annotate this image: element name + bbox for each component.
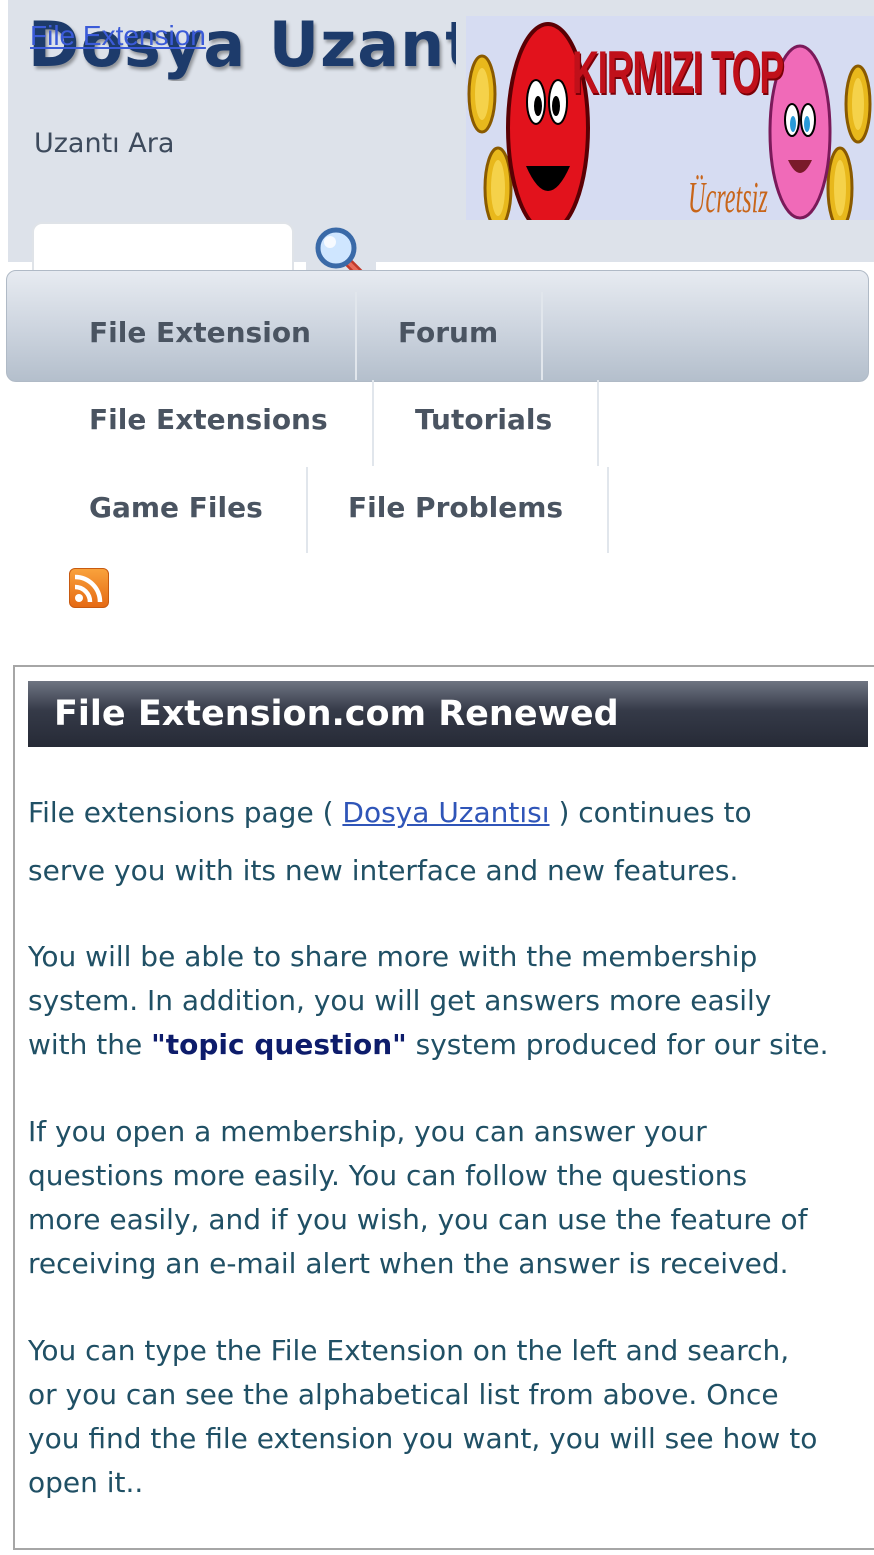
coin-icon	[483, 146, 513, 220]
paragraph-text: or you can see the alphabetical list fro…	[28, 1378, 779, 1411]
paragraph-text: open it..	[28, 1466, 144, 1499]
paragraph-text: with the	[28, 1028, 152, 1061]
rss-feed-icon[interactable]	[69, 568, 109, 608]
paragraph-text: serve you with its new interface and new…	[28, 854, 739, 887]
nav-file-extensions[interactable]: File Extensions	[89, 403, 328, 436]
nav-divider	[372, 380, 374, 466]
nav-divider	[541, 292, 543, 380]
paragraph-text: You will be able to share more with the …	[28, 940, 758, 973]
article-paragraph: You will be able to share more with the …	[28, 935, 874, 1067]
paragraph-text: ) continues to	[549, 796, 752, 829]
nav-file-extension[interactable]: File Extension	[89, 316, 311, 349]
banner-ad[interactable]: KIRMIZI TOP Ücretsiz	[466, 16, 874, 220]
search-label: Uzantı Ara	[34, 128, 175, 159]
article-paragraph: If you open a membership, you can answer…	[28, 1110, 874, 1286]
banner-subtitle: Ücretsiz	[688, 173, 768, 220]
nav-forum[interactable]: Forum	[398, 316, 498, 349]
nav-divider	[607, 467, 609, 553]
coin-icon	[467, 54, 497, 134]
article-paragraph: File extensions page ( Dosya Uzantısı ) …	[28, 784, 874, 900]
coin-icon	[844, 64, 872, 144]
nav-game-files[interactable]: Game Files	[89, 491, 263, 524]
paragraph-text: more easily, and if you wish, you can us…	[28, 1203, 808, 1236]
nav-divider	[355, 292, 357, 380]
article-title: File Extension.com Renewed	[28, 681, 868, 747]
nav-file-problems[interactable]: File Problems	[348, 491, 563, 524]
article-box: File Extension.com Renewed File extensio…	[13, 665, 874, 1550]
paragraph-text: you find the file extension you want, yo…	[28, 1422, 818, 1455]
nav-divider	[306, 467, 308, 553]
banner-title: KIRMIZI TOP	[572, 39, 784, 106]
nav-tutorials[interactable]: Tutorials	[415, 403, 552, 436]
nav-divider	[597, 380, 599, 466]
paragraph-text: File extensions page (	[28, 796, 343, 829]
paragraph-text: questions more easily. You can follow th…	[28, 1159, 748, 1192]
paragraph-text: You can type the File Extension on the l…	[28, 1334, 790, 1367]
site-header: Dosya Uzantısı File Extension Uzantı Ara	[8, 0, 874, 286]
article-paragraph: You can type the File Extension on the l…	[28, 1329, 874, 1505]
paragraph-text: receiving an e-mail alert when the answe…	[28, 1247, 789, 1280]
rss-icon	[74, 574, 103, 603]
paragraph-text: system. In addition, you will get answer…	[28, 984, 772, 1017]
topic-question-emphasis: "topic question"	[151, 1028, 407, 1061]
coin-icon	[826, 146, 854, 220]
paragraph-text: If you open a membership, you can answer…	[28, 1115, 707, 1148]
paragraph-text: system produced for our site.	[406, 1028, 829, 1061]
logo-link[interactable]: File Extension	[30, 20, 206, 52]
dosya-uzantisi-link[interactable]: Dosya Uzantısı	[342, 796, 549, 829]
